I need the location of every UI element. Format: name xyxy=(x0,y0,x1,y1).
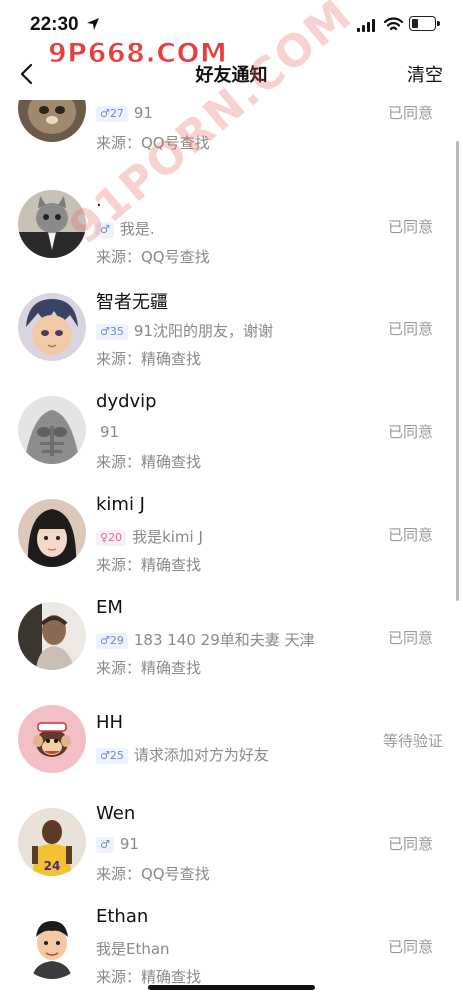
request-message: 91 xyxy=(100,423,120,441)
scrollbar[interactable] xyxy=(456,141,459,601)
request-status: 已同意 xyxy=(387,938,433,956)
notification-row[interactable]: EM ♂29 183 140 29单和夫妻 天津 来源：精确查找 已同意 xyxy=(0,597,463,699)
request-message: ♂35 91沈阳的朋友，谢谢 xyxy=(96,320,273,341)
avatar[interactable] xyxy=(18,293,86,361)
request-source: 来源：精确查找 xyxy=(96,968,202,986)
request-message: ♂27 91 xyxy=(96,104,153,122)
notification-row[interactable]: 24 Wen ♂ 91 来源：QQ号查找 已同意 xyxy=(0,803,463,905)
wifi-icon xyxy=(384,17,403,31)
request-source: 来源：QQ号查找 xyxy=(96,248,210,266)
request-status: 已同意 xyxy=(387,835,433,853)
svg-text:24: 24 xyxy=(44,859,61,873)
request-source: 来源：QQ号查找 xyxy=(96,865,210,883)
avatar[interactable] xyxy=(18,705,86,773)
avatar[interactable] xyxy=(18,396,86,464)
watermark-text: 9P668.COM xyxy=(47,38,228,70)
request-status: 已同意 xyxy=(387,104,433,122)
location-arrow-icon xyxy=(87,18,99,30)
gender-age-badge: ♀20 xyxy=(96,530,127,546)
gender-age-badge: ♂35 xyxy=(96,324,128,340)
friend-name: Ethan xyxy=(96,906,149,927)
request-message: ♂25 请求添加对方为好友 xyxy=(96,744,269,765)
battery-icon xyxy=(409,16,440,31)
gender-age-badge: ♂29 xyxy=(96,633,128,649)
notification-row[interactable]: kimi J ♀20 我是kimi J 来源：精确查找 已同意 xyxy=(0,494,463,596)
friend-name: EM xyxy=(96,597,123,618)
notification-row[interactable]: . ♂ 我是. 来源：QQ号查找 已同意 xyxy=(0,188,463,288)
status-time: 22:30 xyxy=(30,14,79,35)
gender-age-badge: ♂25 xyxy=(96,748,128,764)
gender-badge: ♂ xyxy=(96,837,114,853)
request-status: 已同意 xyxy=(387,320,433,338)
clear-button[interactable]: 清空 xyxy=(407,61,443,87)
request-status: 已同意 xyxy=(387,629,433,647)
request-status: 等待验证 xyxy=(382,732,443,750)
notification-row[interactable]: dydvip 91 来源：精确查找 已同意 xyxy=(0,391,463,493)
notification-row[interactable]: HH ♂25 请求添加对方为好友 等待验证 xyxy=(0,702,463,802)
avatar[interactable] xyxy=(18,499,86,567)
request-source: 来源：精确查找 xyxy=(96,453,202,471)
friend-name: dydvip xyxy=(96,391,157,412)
friend-name: 智者无疆 xyxy=(96,292,168,313)
avatar[interactable]: 24 xyxy=(18,808,86,876)
request-status: 已同意 xyxy=(387,526,433,544)
request-message: ♂ 91 xyxy=(96,835,139,853)
friend-name: HH xyxy=(96,712,124,733)
home-indicator[interactable] xyxy=(148,985,315,990)
avatar[interactable] xyxy=(18,602,86,670)
friend-name: kimi J xyxy=(96,494,145,515)
request-message: 我是Ethan xyxy=(96,940,170,958)
gender-age-badge: ♂27 xyxy=(96,106,128,122)
request-message: ♀20 我是kimi J xyxy=(96,526,203,547)
request-status: 已同意 xyxy=(387,218,433,236)
request-status: 已同意 xyxy=(387,423,433,441)
request-source: 来源：精确查找 xyxy=(96,350,202,368)
notification-row[interactable]: 智者无疆 ♂35 91沈阳的朋友，谢谢 来源：精确查找 已同意 xyxy=(0,290,463,390)
request-message: ♂29 183 140 29单和夫妻 天津 xyxy=(96,629,315,650)
request-source: 来源：精确查找 xyxy=(96,556,202,574)
request-source: 来源：精确查找 xyxy=(96,659,202,677)
avatar[interactable] xyxy=(18,911,86,979)
friend-name: Wen xyxy=(96,803,136,824)
